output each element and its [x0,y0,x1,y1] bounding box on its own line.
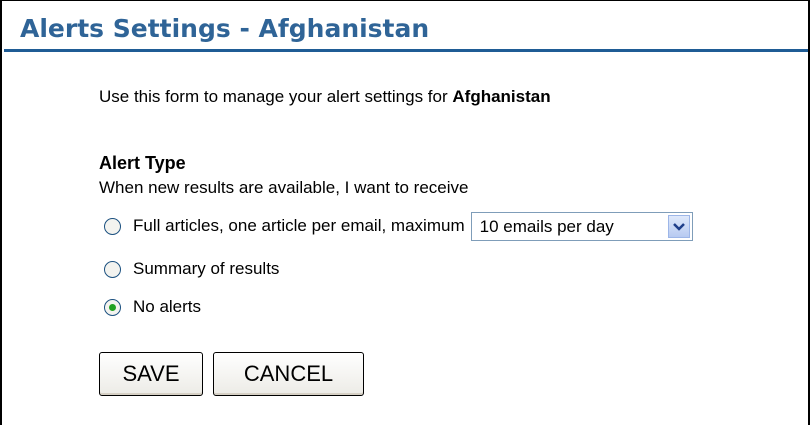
chevron-down-icon[interactable] [667,214,690,238]
option-summary[interactable]: Summary of results [104,256,279,282]
alerts-settings-panel: Alerts Settings - Afghanistan Use this f… [0,0,810,425]
intro-country: Afghanistan [452,87,551,106]
summary-label: Summary of results [133,259,280,278]
chevron-down-glyph [672,222,685,231]
page-title: Alerts Settings - Afghanistan [20,14,430,43]
save-button[interactable]: SAVE [99,352,203,396]
full-articles-radio[interactable] [104,217,121,235]
intro-text: Use this form to manage your alert setti… [99,87,551,107]
no-alerts-label: No alerts [133,297,202,316]
no-alerts-radio[interactable] [104,298,121,316]
summary-radio[interactable] [104,260,121,278]
intro-prefix: Use this form to manage your alert setti… [99,87,453,106]
email-frequency-value: 10 emails per day [479,216,614,236]
alert-type-heading: Alert Type [99,153,186,173]
option-no-alerts[interactable]: No alerts [104,294,201,320]
option-full-articles[interactable]: Full articles, one article per email, ma… [104,211,693,241]
full-articles-label: Full articles, one article per email, ma… [133,216,465,235]
panel-header: Alerts Settings - Afghanistan [4,2,808,52]
cancel-button[interactable]: CANCEL [213,352,364,396]
email-frequency-select[interactable]: 10 emails per day [470,211,693,241]
alert-type-description: When new results are available, I want t… [99,178,469,197]
